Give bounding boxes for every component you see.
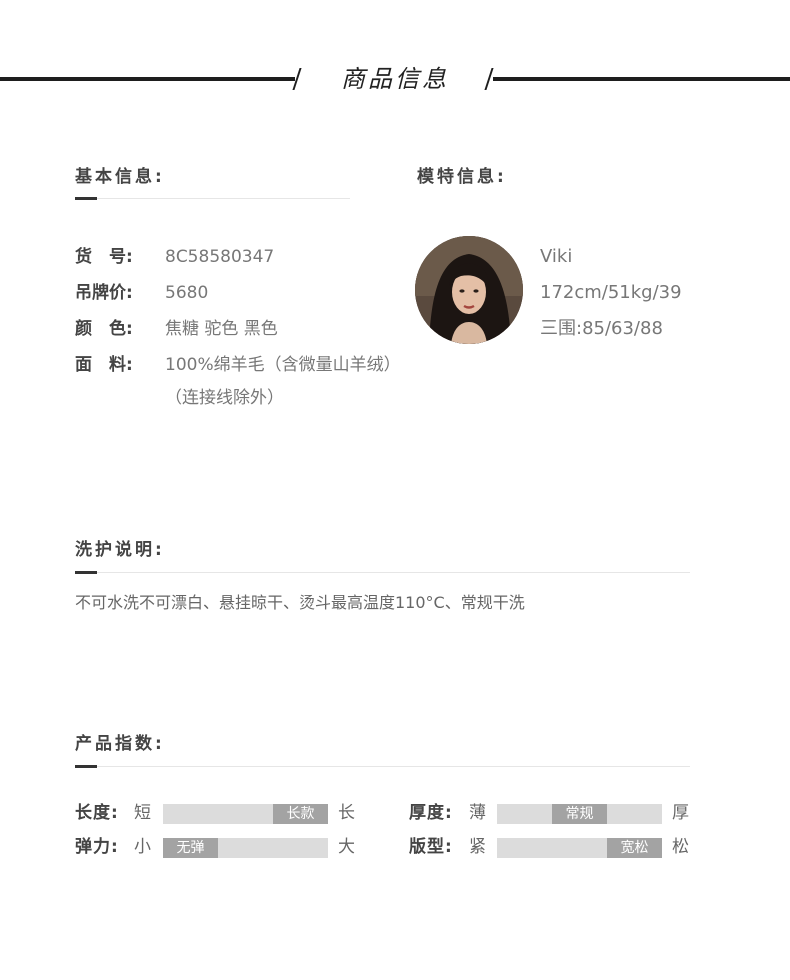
item-number-label: 货 号: <box>75 247 133 267</box>
index-title: 产品指数: <box>75 734 165 754</box>
index-mark <box>75 765 97 768</box>
length-bar-tag: 长款 <box>273 804 328 824</box>
elasticity-bar: 无弹 <box>163 838 328 858</box>
color-value: 焦糖 驼色 黑色 <box>165 319 278 339</box>
length-label: 长度: <box>75 803 119 823</box>
fit-max: 松 <box>672 837 689 857</box>
care-text: 不可水洗不可漂白、悬挂晾干、烫斗最高温度110°C、常规干洗 <box>75 593 525 612</box>
thickness-min: 薄 <box>469 803 486 823</box>
elasticity-min: 小 <box>134 837 151 857</box>
fit-bar-tag: 宽松 <box>607 838 662 858</box>
price-label: 吊牌价: <box>75 283 133 303</box>
length-min: 短 <box>134 803 151 823</box>
model-avatar <box>415 236 523 344</box>
thickness-max: 厚 <box>672 803 689 823</box>
length-bar: 长款 <box>163 804 328 824</box>
basic-info-rule <box>75 198 350 199</box>
model-name: Viki <box>540 246 573 267</box>
index-rule <box>75 766 690 767</box>
model-size: 172cm/51kg/39 <box>540 282 682 303</box>
header-line-right <box>493 77 790 81</box>
header-line-left <box>0 77 295 81</box>
elasticity-bar-tag: 无弹 <box>163 838 218 858</box>
fabric-label: 面 料: <box>75 355 133 375</box>
thickness-bar-tag: 常规 <box>552 804 607 824</box>
fabric-value-note: （连接线除外） <box>165 388 284 408</box>
care-rule <box>75 572 690 573</box>
length-max: 长 <box>338 803 355 823</box>
elasticity-max: 大 <box>338 837 355 857</box>
fabric-value: 100%绵羊毛（含微量山羊绒） <box>165 355 401 375</box>
fit-min: 紧 <box>469 837 486 857</box>
model-info-title: 模特信息: <box>417 167 507 187</box>
color-label: 颜 色: <box>75 319 133 339</box>
thickness-bar: 常规 <box>497 804 662 824</box>
elasticity-label: 弹力: <box>75 837 119 857</box>
basic-info-title: 基本信息: <box>75 167 165 187</box>
care-mark <box>75 571 97 574</box>
price-value: 5680 <box>165 283 209 303</box>
fit-label: 版型: <box>409 837 453 857</box>
care-title: 洗护说明: <box>75 540 165 560</box>
model-measurements: 三围:85/63/88 <box>540 318 663 339</box>
page-title: 商品信息 <box>341 65 449 93</box>
item-number-value: 8C58580347 <box>165 247 275 267</box>
fit-bar: 宽松 <box>497 838 662 858</box>
basic-info-mark <box>75 197 97 200</box>
thickness-label: 厚度: <box>409 803 453 823</box>
